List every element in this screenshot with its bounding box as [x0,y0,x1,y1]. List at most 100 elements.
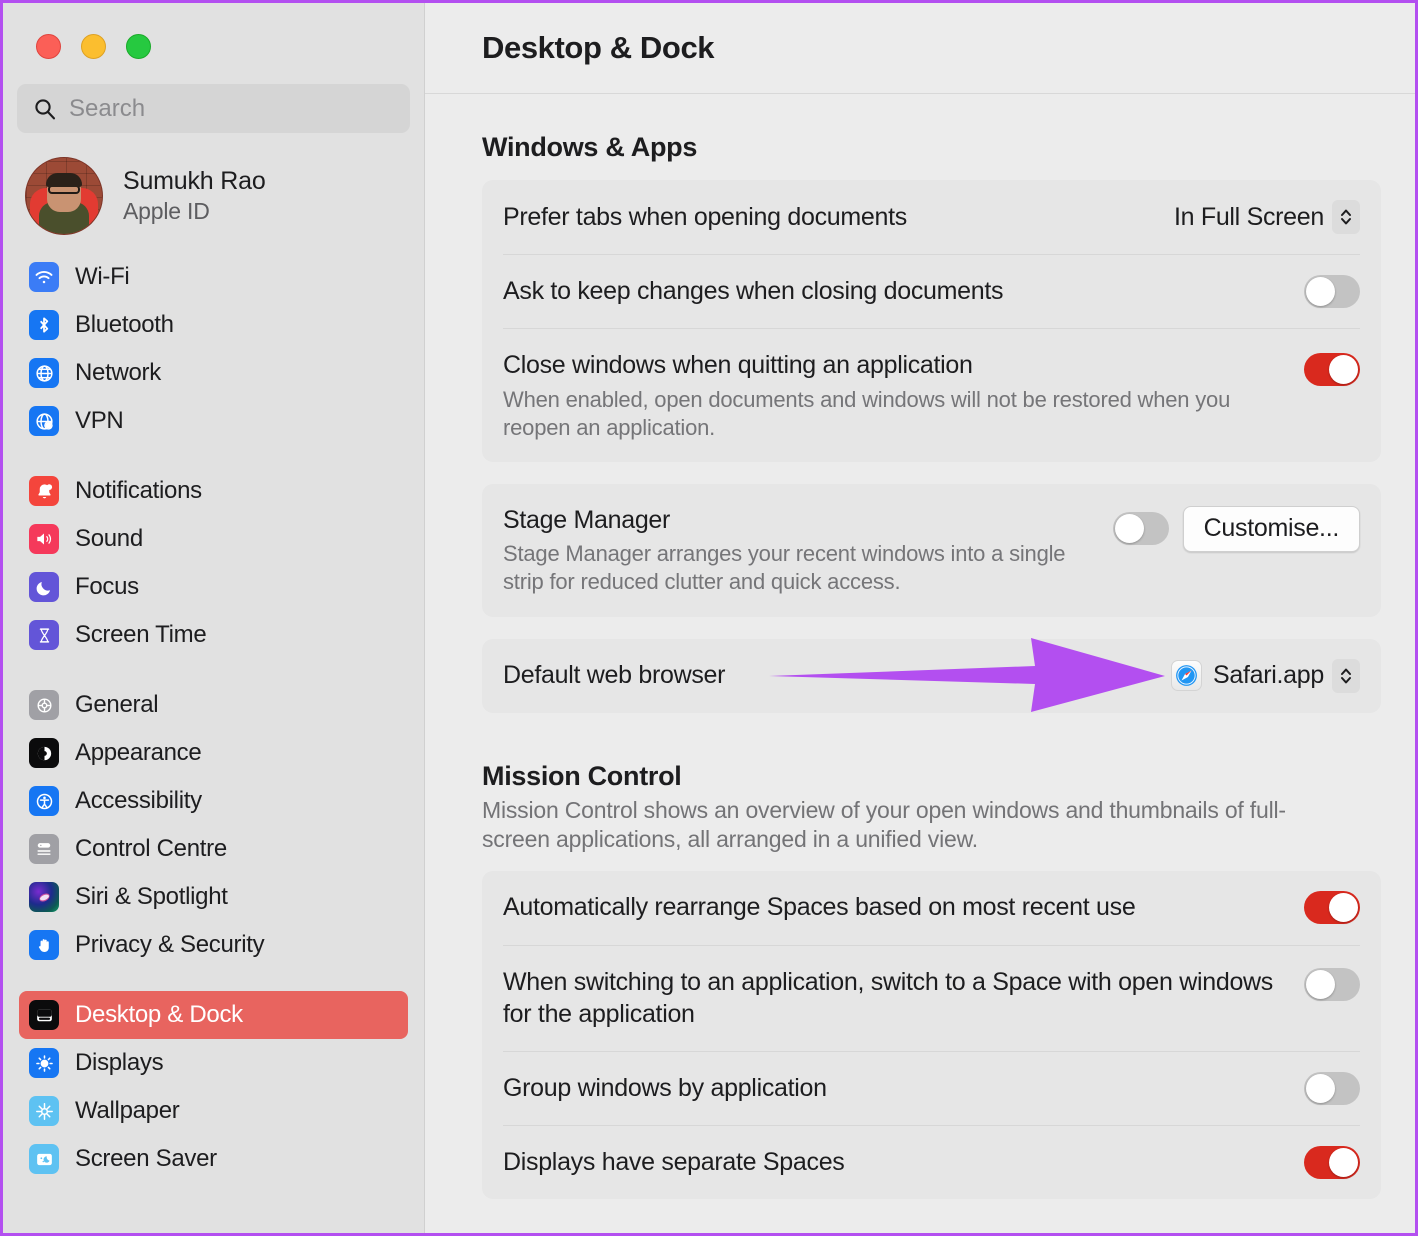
card-mission-control: Automatically rearrange Spaces based on … [482,870,1381,1199]
card-default-browser: Default web browser Safari.app [482,638,1381,713]
wallpaper-icon [29,1096,59,1126]
row-label: Default web browser [503,661,726,690]
prefer-tabs-popup-button[interactable]: In Full Screen [1174,200,1360,234]
sidebar-item-label: Focus [75,573,139,600]
sidebar-item-label: Control Centre [75,835,227,862]
page-title: Desktop & Dock [482,30,715,65]
sidebar-item-notifications[interactable]: Notifications [19,467,408,515]
row-displays-separate-spaces[interactable]: Displays have separate Spaces [503,1124,1360,1199]
content-pane: Desktop & Dock Windows & Apps Prefer tab… [425,3,1415,1233]
switch-to-space-toggle[interactable] [1304,967,1360,1001]
row-description: When enabled, open documents and windows… [503,386,1231,440]
row-group-windows[interactable]: Group windows by application [503,1050,1360,1125]
sidebar-item-label: Privacy & Security [75,931,265,958]
auto-rearrange-spaces-toggle[interactable] [1304,891,1360,925]
screensaver-icon [29,1144,59,1174]
sidebar-item-accessibility[interactable]: Accessibility [19,777,408,825]
row-switch-to-space[interactable]: When switching to an application, switch… [503,944,1360,1051]
settings-scroll-area[interactable]: Windows & Apps Prefer tabs when opening … [425,94,1415,1233]
control-centre-icon [29,834,59,864]
hourglass-icon [29,620,59,650]
sidebar-item-label: Screen Time [75,621,207,648]
minimise-button[interactable] [81,34,106,59]
customise-button[interactable]: Customise... [1182,505,1360,552]
vpn-globe-icon [29,406,59,436]
row-label: Group windows by application [503,1073,827,1102]
sidebar-item-label: Displays [75,1049,164,1076]
bluetooth-icon [29,310,59,340]
group-windows-toggle[interactable] [1304,1071,1360,1105]
sidebar-item-wi-fi[interactable]: Wi-Fi [19,253,408,301]
bell-icon [29,476,59,506]
search-field[interactable] [17,84,410,133]
speaker-icon [29,524,59,554]
wifi-icon [29,262,59,292]
sidebar-item-focus[interactable]: Focus [19,563,408,611]
apple-id-account-row[interactable]: Sumukh Rao Apple ID [3,133,424,235]
sidebar-item-sound[interactable]: Sound [19,515,408,563]
account-name: Sumukh Rao [123,167,266,195]
account-subtitle: Apple ID [123,198,210,224]
row-ask-keep-changes[interactable]: Ask to keep changes when closing documen… [503,254,1360,328]
sidebar-item-network[interactable]: Network [19,349,408,397]
gear-icon [29,690,59,720]
row-description: Stage Manager arranges your recent windo… [503,541,1066,595]
desktop-dock-icon [29,1000,59,1030]
zoom-button[interactable] [126,34,151,59]
row-stage-manager[interactable]: Stage Manager Stage Manager arranges you… [503,484,1360,617]
sidebar-item-control-centre[interactable]: Control Centre [19,825,408,873]
displays-separate-spaces-toggle[interactable] [1304,1145,1360,1179]
row-prefer-tabs[interactable]: Prefer tabs when opening documents In Fu… [503,180,1360,254]
sidebar-item-siri-spotlight[interactable]: Siri & Spotlight [19,873,408,921]
search-input[interactable] [69,94,394,123]
hand-icon [29,930,59,960]
sidebar-item-vpn[interactable]: VPN [19,397,408,445]
close-button[interactable] [36,34,61,59]
settings-nav: Wi-Fi Bluetooth Network VPN Notification… [3,253,424,1183]
sidebar: Sumukh Rao Apple ID Wi-Fi [3,3,425,1233]
row-close-windows-on-quit[interactable]: Close windows when quitting an applicati… [503,328,1360,462]
globe-icon [29,358,59,388]
sidebar-item-label: Notifications [75,477,202,504]
row-default-web-browser[interactable]: Default web browser Safari.app [503,639,1360,713]
row-label: Displays have separate Spaces [503,1147,845,1176]
row-label: Ask to keep changes when closing documen… [503,277,1004,306]
accessibility-icon [29,786,59,816]
sidebar-item-general[interactable]: General [19,681,408,729]
close-windows-toggle[interactable] [1304,353,1360,386]
sidebar-item-label: Bluetooth [75,311,174,338]
sidebar-item-label: Screen Saver [75,1145,217,1172]
row-label: Prefer tabs when opening documents [503,202,907,231]
chevron-updown-icon [1332,658,1360,693]
sidebar-item-label: General [75,691,159,718]
row-label: Close windows when quitting an applicati… [503,351,973,379]
section-heading-mission-control: Mission Control [482,760,682,791]
sidebar-item-screen-time[interactable]: Screen Time [19,611,408,659]
sidebar-item-privacy-security[interactable]: Privacy & Security [19,921,408,969]
stage-manager-toggle[interactable] [1112,512,1169,546]
sidebar-item-appearance[interactable]: Appearance [19,729,408,777]
row-label: When switching to an application, switch… [503,967,1274,1029]
sidebar-item-wallpaper[interactable]: Wallpaper [19,1087,408,1135]
ask-keep-changes-toggle[interactable] [1304,275,1360,308]
default-browser-popup-button[interactable]: Safari.app [1171,658,1360,693]
sidebar-item-label: Siri & Spotlight [75,883,228,910]
popup-value: Safari.app [1213,661,1324,690]
sidebar-item-label: Network [75,359,161,386]
sidebar-item-desktop-dock[interactable]: Desktop & Dock [19,991,408,1039]
sidebar-item-label: Accessibility [75,787,202,814]
row-auto-rearrange-spaces[interactable]: Automatically rearrange Spaces based on … [503,871,1360,945]
sidebar-item-label: Wi-Fi [75,263,130,290]
moon-icon [29,572,59,602]
sidebar-item-label: Wallpaper [75,1097,180,1124]
sidebar-item-label: Appearance [75,739,202,766]
siri-icon [29,882,59,912]
popup-value: In Full Screen [1173,202,1324,231]
avatar [25,157,103,235]
sidebar-item-screen-saver[interactable]: Screen Saver [19,1135,408,1183]
card-stage-manager: Stage Manager Stage Manager arranges you… [482,483,1381,617]
sidebar-item-label: Sound [75,525,143,552]
nav-group-network: Wi-Fi Bluetooth Network VPN [3,253,424,445]
sidebar-item-displays[interactable]: Displays [19,1039,408,1087]
sidebar-item-bluetooth[interactable]: Bluetooth [19,301,408,349]
